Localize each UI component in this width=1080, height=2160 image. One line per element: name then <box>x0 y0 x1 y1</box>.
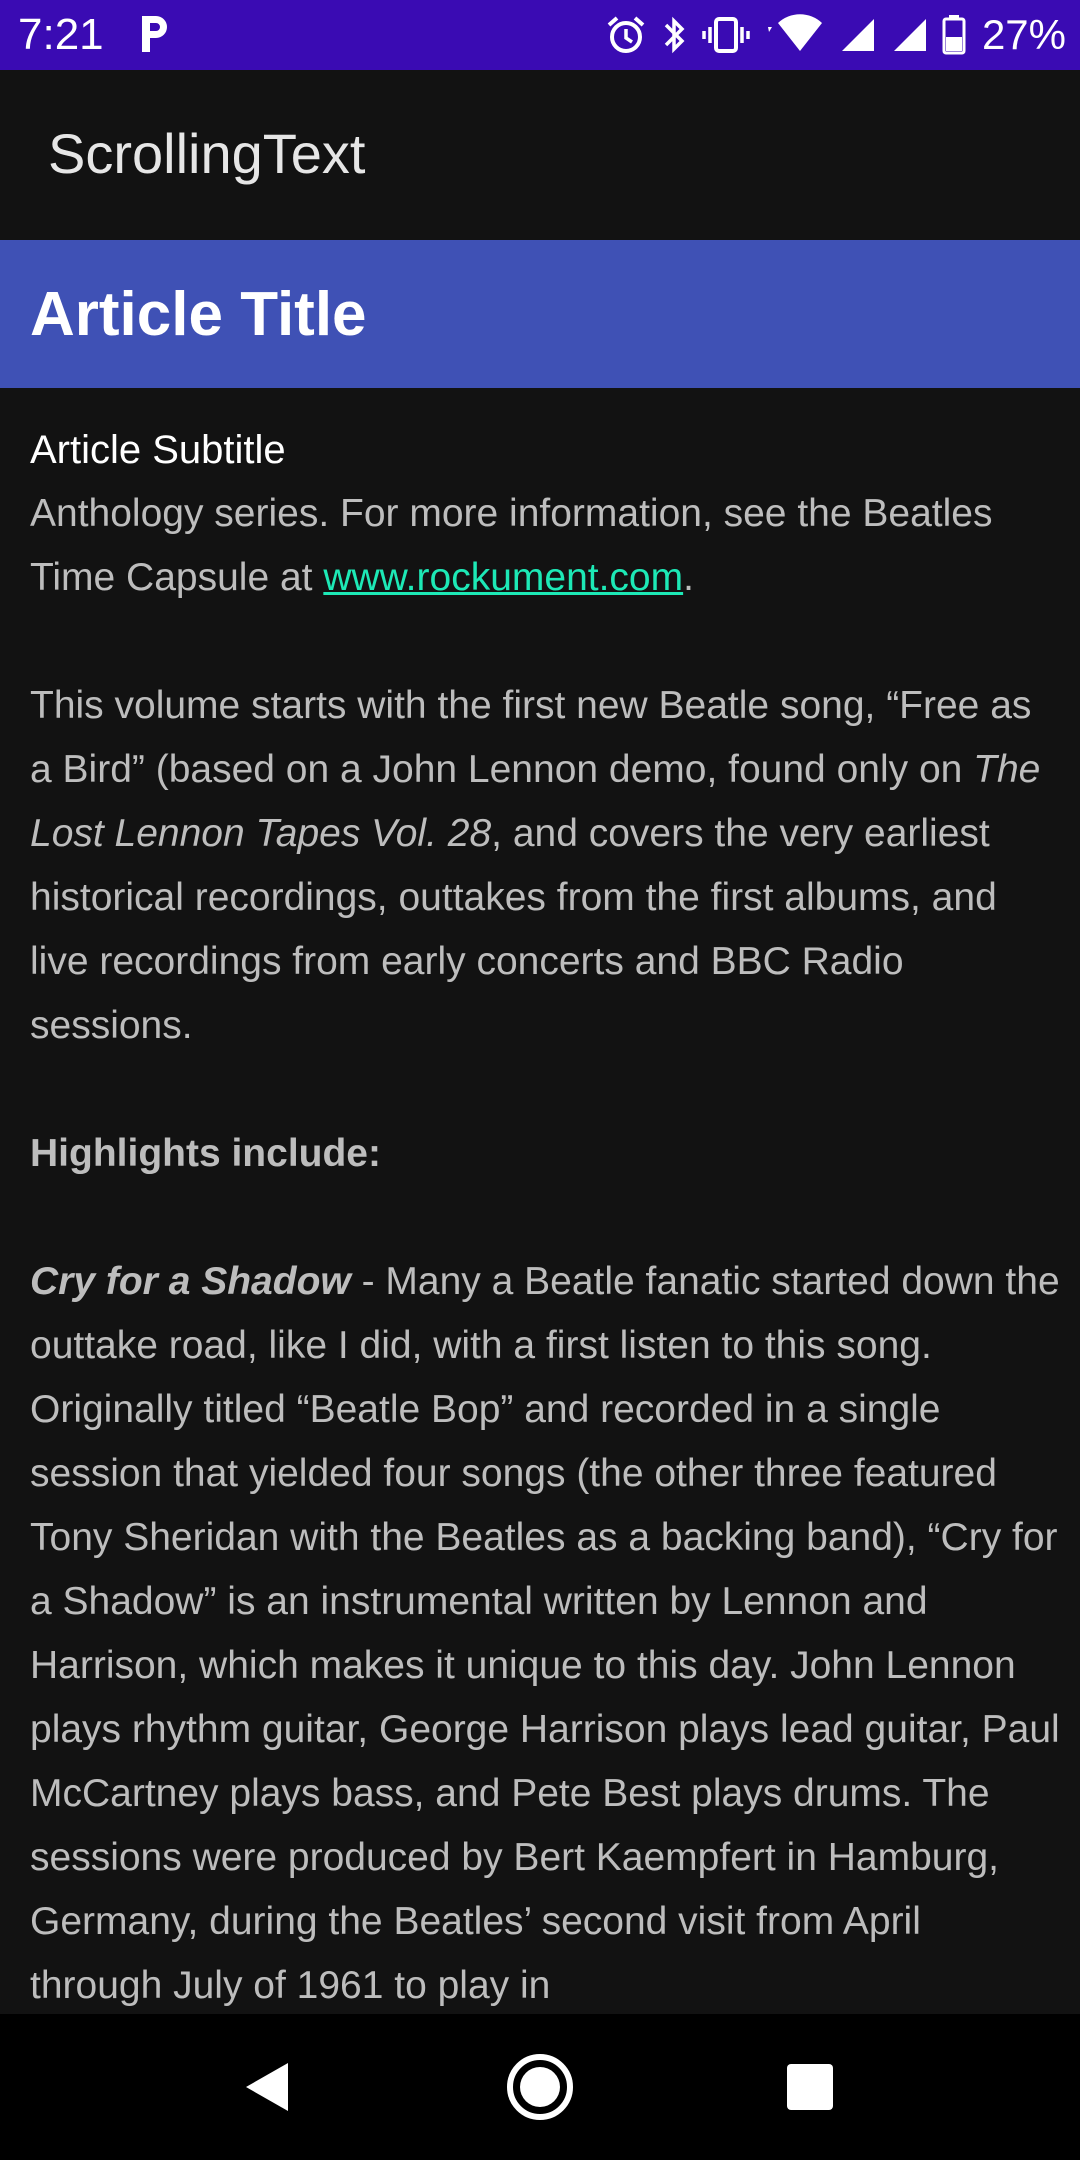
signal-icon-2 <box>890 13 930 57</box>
vibrate-icon <box>702 13 750 57</box>
paragraph-1: Anthology series. For more information, … <box>30 482 1060 610</box>
article-body: Anthology series. For more information, … <box>30 482 1060 2014</box>
article-title: Article Title <box>30 280 367 349</box>
rockument-link[interactable]: www.rockument.com <box>323 556 683 599</box>
app-title: ScrollingText <box>48 122 366 185</box>
article-content[interactable]: Article Subtitle Anthology series. For m… <box>30 414 1060 2014</box>
battery-icon <box>942 13 966 57</box>
paragraph-3: Cry for a Shadow - Many a Beatle fanatic… <box>30 1250 1060 2014</box>
app-bar: ScrollingText <box>0 70 1080 240</box>
signal-icon <box>838 13 878 57</box>
battery-percent: 27% <box>981 11 1066 58</box>
status-bar: 7:21 27% <box>0 0 1080 70</box>
status-time: 7:21 <box>18 10 104 59</box>
alarm-icon <box>604 13 648 57</box>
paragraph-2-start: This volume starts with the first new Be… <box>30 684 1032 791</box>
back-icon[interactable] <box>222 2042 312 2132</box>
screen: 7:21 27% ScrollingText Article Title Art… <box>0 0 1080 2160</box>
paragraph-1-end: . <box>683 556 694 599</box>
highlights-heading: Highlights include: <box>30 1132 381 1175</box>
song-title: Cry for a Shadow <box>30 1260 351 1303</box>
article-subtitle: Article Subtitle <box>30 428 286 472</box>
navigation-bar <box>0 2014 1080 2160</box>
article-header: Article Title <box>0 240 1080 388</box>
bluetooth-icon <box>660 13 690 57</box>
home-icon[interactable] <box>495 2042 585 2132</box>
p-icon <box>138 12 170 56</box>
wifi-icon <box>762 13 826 57</box>
recents-icon[interactable] <box>765 2042 855 2132</box>
status-icons: 27% <box>604 8 1066 62</box>
paragraph-3-text: - Many a Beatle fanatic started down the… <box>30 1260 1060 2007</box>
paragraph-2: This volume starts with the first new Be… <box>30 674 1060 1058</box>
